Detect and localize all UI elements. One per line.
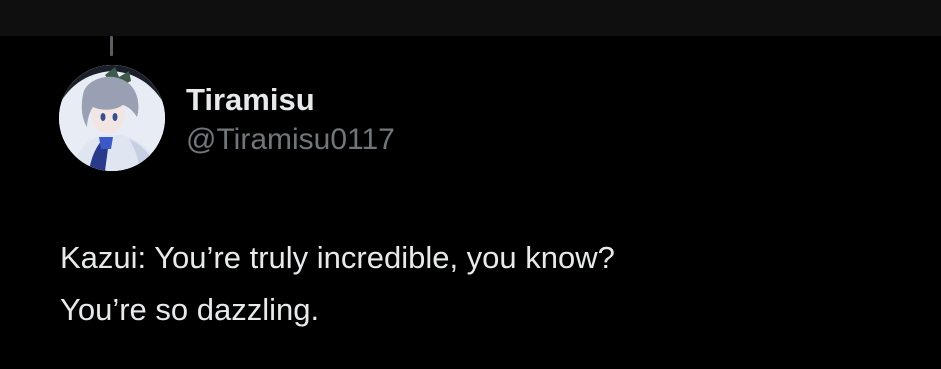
avatar-image xyxy=(59,65,165,171)
user-info: Tiramisu @Tiramisu0117 xyxy=(186,82,395,158)
display-name[interactable]: Tiramisu xyxy=(186,82,395,118)
post-text-line: Kazui: You’re truly incredible, you know… xyxy=(60,240,615,275)
post-text-line: You’re so dazzling. xyxy=(60,292,320,327)
user-handle[interactable]: @Tiramisu0117 xyxy=(186,122,395,158)
post-text: Kazui: You’re truly incredible, you know… xyxy=(60,232,920,336)
thread-connector-line xyxy=(110,36,113,56)
top-bar xyxy=(0,0,941,36)
avatar[interactable] xyxy=(59,65,165,171)
